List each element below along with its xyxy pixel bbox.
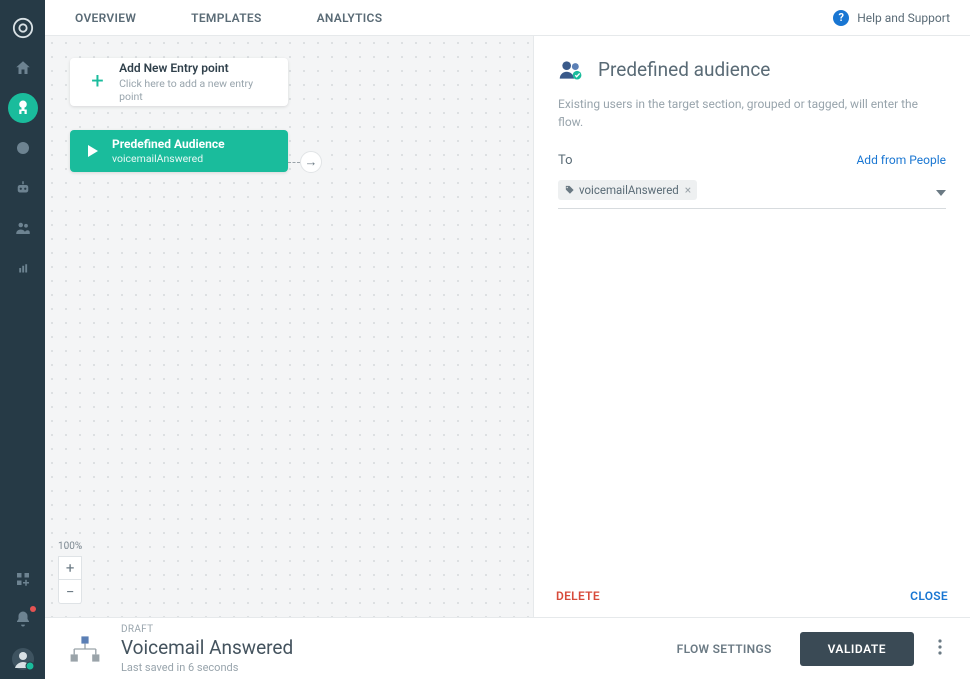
zoom-out-button[interactable]: − xyxy=(58,580,82,604)
to-label: To xyxy=(558,153,573,168)
node-connector: → xyxy=(288,151,322,173)
app-logo[interactable] xyxy=(8,13,38,43)
help-and-support[interactable]: ? Help and Support xyxy=(833,10,950,26)
notification-badge xyxy=(30,606,36,612)
tag-label: voicemailAnswered xyxy=(579,183,679,197)
nav-bot[interactable] xyxy=(8,173,38,203)
close-panel-button[interactable]: CLOSE xyxy=(910,589,948,603)
add-entry-subtitle: Click here to add a new entry point xyxy=(119,77,274,103)
add-next-step-button[interactable]: → xyxy=(300,151,322,173)
nav-conversations[interactable] xyxy=(8,133,38,163)
tab-overview[interactable]: OVERVIEW xyxy=(75,11,136,25)
play-icon xyxy=(88,145,98,157)
zoom-in-button[interactable]: + xyxy=(58,556,82,580)
add-entry-title: Add New Entry point xyxy=(119,61,274,75)
delete-button[interactable]: DELETE xyxy=(556,589,600,603)
tag-chip[interactable]: voicemailAnswered × xyxy=(558,180,697,200)
flow-canvas-wrap: + Add New Entry point Click here to add … xyxy=(45,36,534,617)
bottom-bar: DRAFT Voicemail Answered Last saved in 6… xyxy=(45,617,970,679)
tab-templates[interactable]: TEMPLATES xyxy=(191,11,261,25)
nav-people[interactable] xyxy=(8,213,38,243)
plus-icon: + xyxy=(84,71,111,93)
add-new-entry-point-card[interactable]: + Add New Entry point Click here to add … xyxy=(70,58,288,106)
nav-home[interactable] xyxy=(8,53,38,83)
panel-description: Existing users in the target section, gr… xyxy=(558,95,946,131)
flow-status: DRAFT xyxy=(121,624,293,635)
dropdown-caret-icon[interactable] xyxy=(936,181,946,200)
nav-analytics[interactable] xyxy=(8,253,38,283)
audience-node-subtitle: voicemailAnswered xyxy=(112,152,225,165)
audience-node-title: Predefined Audience xyxy=(112,137,225,151)
panel-title: Predefined audience xyxy=(598,58,770,81)
predefined-audience-node[interactable]: Predefined Audience voicemailAnswered xyxy=(70,130,288,172)
nav-apps[interactable] xyxy=(8,564,38,594)
more-options-button[interactable] xyxy=(932,633,948,665)
zoom-level: 100% xyxy=(58,541,82,552)
nav-notifications[interactable] xyxy=(8,604,38,634)
zoom-controls: 100% + − xyxy=(58,541,82,604)
nav-profile[interactable] xyxy=(8,644,38,674)
audience-tag-field[interactable]: voicemailAnswered × xyxy=(558,176,946,209)
top-tabs-bar: OVERVIEW TEMPLATES ANALYTICS ? Help and … xyxy=(45,0,970,36)
help-label: Help and Support xyxy=(857,11,950,25)
left-nav xyxy=(0,0,45,679)
flow-icon xyxy=(67,634,103,664)
add-from-people-link[interactable]: Add from People xyxy=(856,153,946,167)
tab-analytics[interactable]: ANALYTICS xyxy=(317,11,383,25)
flow-canvas[interactable]: + Add New Entry point Click here to add … xyxy=(45,36,533,617)
nav-flows[interactable] xyxy=(8,93,38,123)
tag-remove-button[interactable]: × xyxy=(685,183,691,197)
side-panel: Predefined audience Existing users in th… xyxy=(534,36,970,617)
validate-button[interactable]: VALIDATE xyxy=(800,632,914,666)
flow-name: Voicemail Answered xyxy=(121,636,293,659)
tag-icon xyxy=(564,185,575,196)
flow-settings-button[interactable]: FLOW SETTINGS xyxy=(677,642,772,656)
flow-last-saved: Last saved in 6 seconds xyxy=(121,661,293,674)
help-icon: ? xyxy=(833,10,849,26)
audience-icon xyxy=(558,59,584,81)
